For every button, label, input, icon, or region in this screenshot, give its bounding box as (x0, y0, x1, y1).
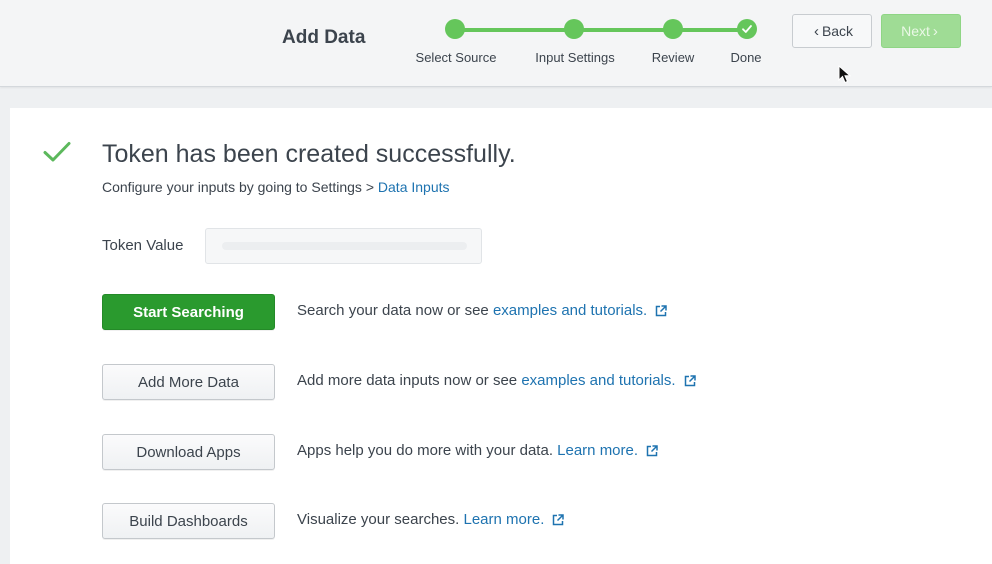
examples-tutorials-link-1[interactable]: examples and tutorials. (493, 302, 647, 319)
build-dashboards-button[interactable]: Build Dashboards (102, 503, 275, 539)
step-label-review: Review (651, 50, 695, 65)
data-inputs-link[interactable]: Data Inputs (378, 179, 450, 195)
success-checkmark-icon (43, 142, 71, 162)
content-panel (10, 108, 992, 564)
stepper-track (455, 28, 747, 32)
subtitle: Configure your inputs by going to Settin… (102, 179, 450, 195)
step-dot-done (737, 19, 757, 39)
step-dot-select-source (445, 19, 465, 39)
chevron-left-icon: ‹ (813, 22, 819, 40)
external-link-icon[interactable] (684, 374, 696, 387)
build-dashboards-text: Visualize your searches. (297, 511, 460, 528)
start-searching-description: Search your data now or see examples and… (297, 302, 667, 319)
checkmark-icon (742, 25, 752, 33)
download-apps-description: Apps help you do more with your data. Le… (297, 442, 658, 459)
token-value-redacted (222, 242, 467, 250)
step-label-input-settings: Input Settings (535, 50, 615, 65)
step-dot-review (663, 19, 683, 39)
success-title: Token has been created successfully. (102, 140, 516, 168)
next-button-label: Next (901, 23, 930, 39)
step-label-done: Done (730, 50, 762, 65)
add-more-data-text: Add more data inputs now or see (297, 372, 518, 389)
build-dashboards-description: Visualize your searches. Learn more. (297, 511, 565, 528)
next-button[interactable]: Next › (881, 14, 961, 48)
token-value-label: Token Value (102, 237, 184, 254)
step-label-select-source: Select Source (415, 50, 497, 65)
start-searching-button[interactable]: Start Searching (102, 294, 275, 330)
back-button[interactable]: ‹ Back (792, 14, 872, 48)
back-button-label: Back (821, 23, 854, 39)
mouse-cursor-icon (838, 65, 852, 84)
learn-more-link-dashboards[interactable]: Learn more. (463, 511, 544, 528)
download-apps-text: Apps help you do more with your data. (297, 442, 553, 459)
external-link-icon[interactable] (655, 304, 667, 317)
subtitle-text: Configure your inputs by going to Settin… (102, 179, 378, 195)
step-dot-input-settings (564, 19, 584, 39)
download-apps-button[interactable]: Download Apps (102, 434, 275, 470)
external-link-icon[interactable] (552, 513, 565, 526)
add-more-data-description: Add more data inputs now or see examples… (297, 372, 696, 389)
chevron-right-icon: › (932, 22, 938, 40)
add-more-data-button[interactable]: Add More Data (102, 364, 275, 400)
external-link-icon[interactable] (646, 444, 658, 457)
learn-more-link-apps[interactable]: Learn more. (557, 442, 638, 459)
examples-tutorials-link-2[interactable]: examples and tutorials. (521, 372, 675, 389)
start-searching-text: Search your data now or see (297, 302, 489, 319)
